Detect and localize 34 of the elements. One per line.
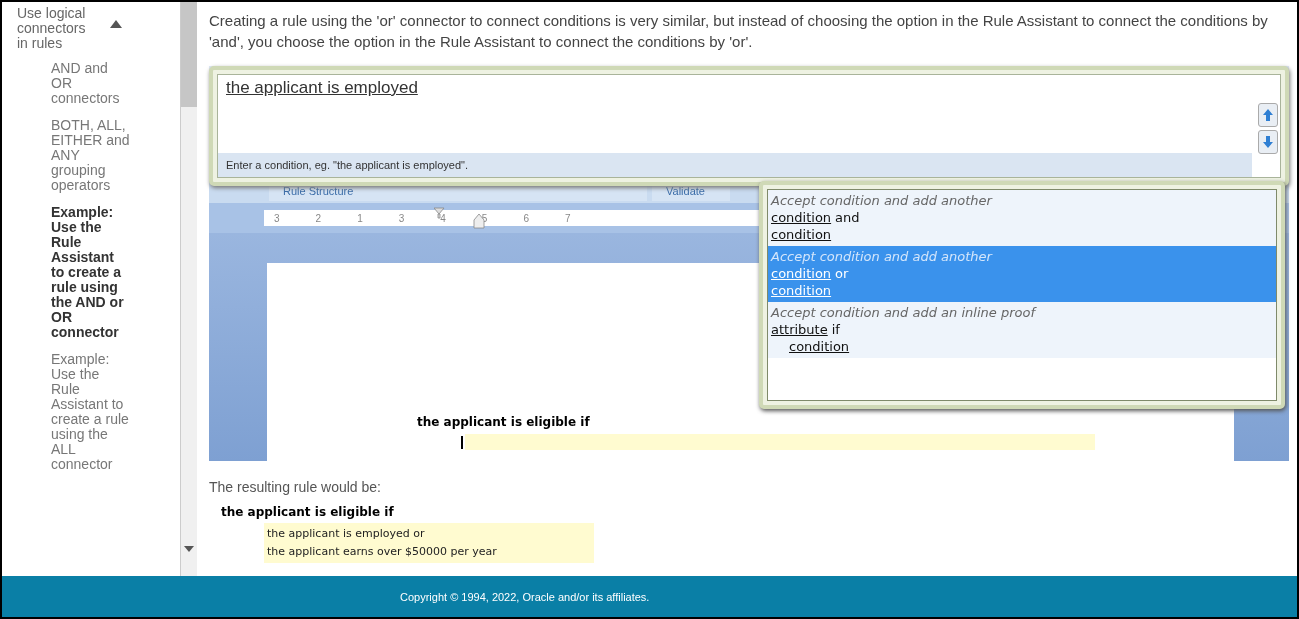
up-arrow-icon [1262,108,1274,122]
copyright-text: Copyright © 1994, 2022, Oracle and/or its affiliates. [400,590,650,603]
option-description: Accept condition and add another [771,192,994,209]
nav-subitem[interactable]: Example: Use the Rule Assistant to create a rule using the AND or OR connector [51,205,131,340]
option-template: condition and [771,209,861,226]
rule-condition: the applicant is employed or [267,526,426,542]
nav-subitem[interactable]: Example: Use the Rule Assistant to create a rule using the ALL connector [51,352,131,472]
scrollbar[interactable] [180,2,197,576]
option-description: Accept condition and add an inline proof [771,304,1038,321]
option-template: condition [771,282,833,299]
rule-heading: the applicant is eligible if [417,415,591,429]
option-template: condition [771,226,833,243]
move-up-button[interactable] [1258,103,1278,127]
move-down-button[interactable] [1258,130,1278,154]
result-caption: The resulting rule would be: [209,479,382,495]
collapse-caret-icon[interactable] [110,20,122,28]
condition-input[interactable]: the applicant is employed [218,75,1280,153]
option-description: Accept condition and add another [771,248,994,265]
nav-item[interactable]: Use logical connectors in rules [17,6,92,51]
option-template: condition or [771,265,850,282]
option-template: attribute if [771,321,841,338]
nav-subitem[interactable]: AND and OR connectors [51,61,131,106]
option-template: condition [788,338,851,355]
scroll-down-icon[interactable] [184,546,194,552]
intro-paragraph: Creating a rule using the 'or' connector to connect conditions is very similar, but instead of choosing the option in the Rule Assistant to connect the conditions by 'and', you choose the option in the Rule Assistant to connect the conditions by 'or'. [209,11,1269,52]
scroll-thumb[interactable] [181,2,197,107]
option-item[interactable]: Accept condition and add another condition or condition [768,246,1276,302]
input-hint: Enter a condition, eg. "the applicant is employed". [218,153,1252,177]
option-item[interactable]: Accept condition and add an inline proof attribute if condition [768,302,1276,358]
down-arrow-icon [1262,135,1274,149]
nav-subitem[interactable]: BOTH, ALL, EITHER and ANY grouping operators [51,118,131,193]
rule-condition: the applicant earns over $50000 per year [267,544,498,560]
option-item[interactable]: Accept condition and add another condition and condition [768,190,1276,246]
rule-heading: the applicant is eligible if [221,505,395,519]
